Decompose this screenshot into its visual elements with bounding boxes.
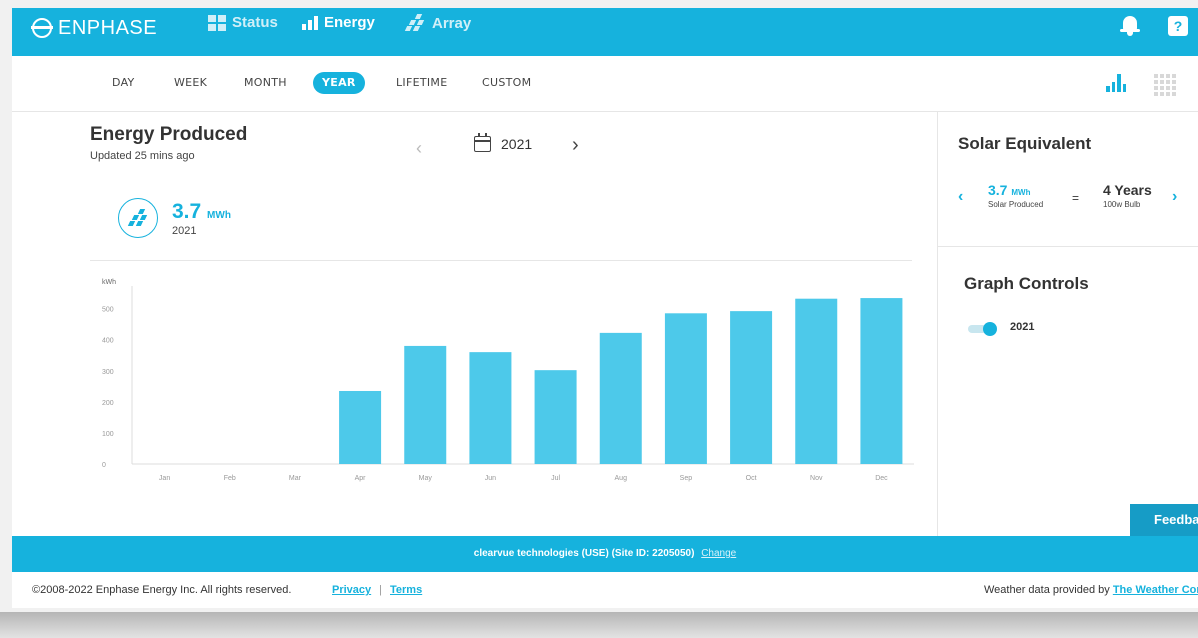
bar-chart-icon <box>302 15 318 30</box>
y-tick-label: 300 <box>102 369 114 376</box>
weather-prefix: Weather data provided by <box>984 584 1113 596</box>
y-tick-label: 200 <box>102 400 114 407</box>
production-total: 3.7 MWh <box>172 200 231 224</box>
top-nav-bar: ENPHASE Status Energy Array ? <box>12 8 1198 56</box>
x-tick-label: Feb <box>224 475 236 482</box>
equivalent-value: 4 Years <box>1103 182 1152 198</box>
enphase-logo-icon <box>31 18 53 38</box>
terms-link[interactable]: Terms <box>390 572 422 608</box>
production-value: 3.7 <box>172 200 202 223</box>
nav-status[interactable]: Status <box>208 14 278 31</box>
equivalent-label: 100w Bulb <box>1103 200 1141 209</box>
chart-bar-jul <box>534 370 577 464</box>
series-toggle-label: 2021 <box>1010 321 1035 333</box>
help-button[interactable]: ? <box>1168 16 1188 36</box>
enphase-logo[interactable]: ENPHASE <box>31 11 158 45</box>
nav-energy[interactable]: Energy <box>302 14 375 31</box>
x-tick-label: Jul <box>551 475 560 482</box>
tab-lifetime[interactable]: LIFETIME <box>396 72 447 94</box>
x-tick-label: May <box>419 475 433 482</box>
x-tick-label: Jun <box>485 475 496 482</box>
solar-equivalent-title: Solar Equivalent <box>958 134 1092 153</box>
x-tick-label: Apr <box>355 475 367 482</box>
grid-view-icon[interactable] <box>1154 74 1176 96</box>
energy-title: Energy Produced <box>90 124 248 145</box>
production-year: 2021 <box>172 225 197 237</box>
legal-footer: ©2008-2022 Enphase Energy Inc. All right… <box>12 572 1198 608</box>
chart-bar-sep <box>664 313 707 464</box>
next-equivalent-arrow-icon[interactable]: › <box>1172 188 1177 206</box>
side-panel: Solar Equivalent ‹ 3.7 MWh Solar Produce… <box>937 112 1198 536</box>
nav-array-label: Array <box>432 14 472 32</box>
feedback-button[interactable]: Feedback <box>1130 504 1198 536</box>
solar-array-icon <box>127 209 149 227</box>
privacy-link[interactable]: Privacy <box>332 572 371 608</box>
x-tick-label: Dec <box>875 475 888 482</box>
previous-period-arrow-icon[interactable]: ‹ <box>416 138 422 159</box>
calendar-icon[interactable] <box>474 133 491 152</box>
site-name: clearvue technologies (USE) (Site ID: 22… <box>473 548 695 559</box>
solar-produced-value: 3.7 <box>988 182 1008 198</box>
chart-bar-jun <box>469 352 512 464</box>
x-tick-label: Sep <box>680 475 693 482</box>
app-frame: ENPHASE Status Energy Array ? DAY WEEK M… <box>12 8 1198 608</box>
grid-icon <box>208 14 226 31</box>
series-toggle[interactable] <box>968 322 998 336</box>
energy-bar-chart: kWh 0 100 200 300 400 500 Jan Feb Mar Apr May Jun Jul… <box>102 279 914 482</box>
blurred-background <box>0 612 1198 638</box>
tab-custom[interactable]: CUSTOM <box>482 72 531 94</box>
x-tick-label: Mar <box>289 475 302 482</box>
brand-name: ENPHASE <box>58 16 158 39</box>
divider <box>938 246 1198 247</box>
graph-controls-title: Graph Controls <box>964 274 1089 293</box>
x-tick-label: Aug <box>615 475 628 482</box>
copyright-text: ©2008-2022 Enphase Energy Inc. All right… <box>32 584 292 596</box>
tab-month[interactable]: MONTH <box>244 72 287 94</box>
y-tick-label: 0 <box>102 462 106 469</box>
period-label[interactable]: 2021 <box>501 136 532 152</box>
updated-timestamp: Updated 25 mins ago <box>90 150 195 162</box>
x-tick-label: Jan <box>159 475 170 482</box>
y-tick-label: 400 <box>102 338 114 345</box>
next-period-arrow-icon[interactable]: › <box>572 134 579 157</box>
chart-bar-apr <box>339 390 382 464</box>
divider <box>90 260 912 261</box>
tab-week[interactable]: WEEK <box>174 72 207 94</box>
production-icon <box>118 198 158 238</box>
x-tick-label: Nov <box>810 475 823 482</box>
nav-status-label: Status <box>232 14 278 31</box>
notification-bell-icon[interactable] <box>1120 14 1140 36</box>
chart-bar-may <box>404 345 447 464</box>
x-tick-label: Oct <box>746 475 757 482</box>
solar-produced-label: Solar Produced <box>988 200 1044 209</box>
chart-bar-aug <box>599 332 642 464</box>
tab-day[interactable]: DAY <box>112 72 135 94</box>
site-bar: clearvue technologies (USE) (Site ID: 22… <box>12 536 1198 572</box>
chart-bar-nov <box>795 298 838 464</box>
period-tabs: DAY WEEK MONTH YEAR LIFETIME CUSTOM <box>12 56 1198 112</box>
energy-panel: Energy Produced Updated 25 mins ago ‹ 20… <box>12 112 937 536</box>
y-tick-label: 500 <box>102 307 114 314</box>
equivalent: 4 Years 100w Bulb <box>1103 182 1152 209</box>
production-unit: MWh <box>207 210 231 221</box>
nav-energy-label: Energy <box>324 14 375 31</box>
bar-view-icon[interactable] <box>1106 74 1126 92</box>
solar-produced-unit: MWh <box>1011 188 1031 197</box>
solar-produced: 3.7 MWh Solar Produced <box>988 182 1043 209</box>
tab-year[interactable]: YEAR <box>313 72 365 94</box>
footer-separator: | <box>379 584 382 596</box>
equals-sign: = <box>1072 191 1080 205</box>
solar-array-icon <box>404 14 426 32</box>
previous-equivalent-arrow-icon[interactable]: ‹ <box>958 188 963 206</box>
weather-credit: Weather data provided by The Weather Com… <box>984 572 1198 608</box>
y-tick-label: 100 <box>102 431 114 438</box>
chart-bar-oct <box>730 311 773 464</box>
chart-bar-dec <box>860 298 903 464</box>
weather-company-link[interactable]: The Weather Company <box>1113 584 1198 596</box>
nav-array[interactable]: Array <box>404 14 471 32</box>
change-site-link[interactable]: Change <box>701 548 736 559</box>
y-axis-label: kWh <box>102 279 116 286</box>
